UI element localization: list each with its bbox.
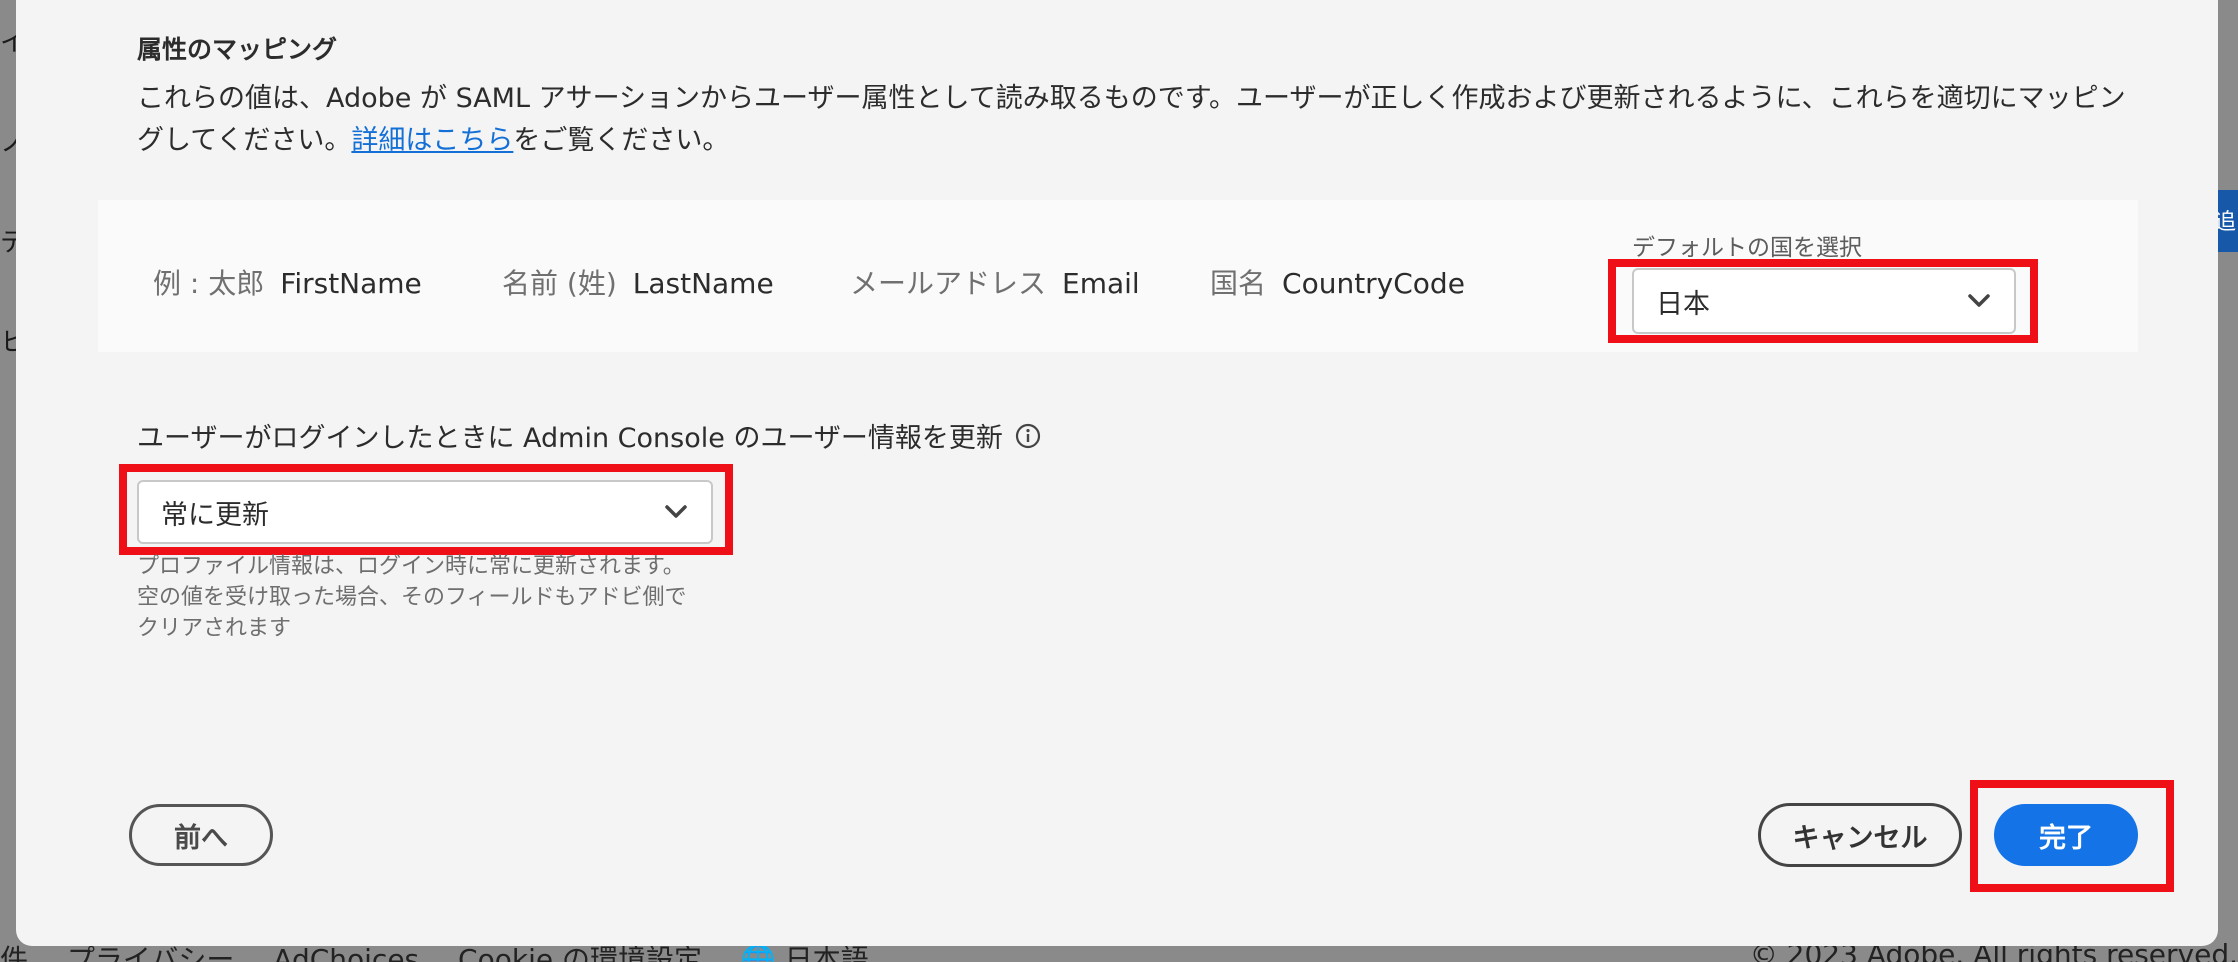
description-text-end: をご覧ください。 — [513, 125, 730, 156]
info-icon[interactable] — [1015, 423, 1041, 449]
footer-item: 件 — [0, 943, 29, 962]
chevron-down-icon — [1968, 294, 1990, 307]
attr-label: メールアドレス — [850, 267, 1047, 300]
done-button[interactable]: 完了 — [1994, 804, 2138, 866]
update-frequency-select[interactable]: 常に更新 — [137, 480, 713, 544]
attr-label: 国名 — [1210, 267, 1267, 300]
attr-value: FirstName — [280, 267, 422, 300]
attr-value: CountryCode — [1282, 267, 1465, 300]
attr-last-name: 名前 (姓) LastName — [502, 262, 774, 302]
section-description: これらの値は、Adobe が SAML アサーションからユーザー属性として読み取… — [137, 78, 2127, 162]
default-country-value: 日本 — [1656, 288, 1710, 320]
update-frequency-value: 常に更新 — [161, 499, 269, 531]
attr-value: LastName — [632, 267, 774, 300]
attr-value: Email — [1062, 267, 1140, 300]
update-label-text: ユーザーがログインしたときに Admin Console のユーザー情報を更新 — [137, 423, 1003, 454]
default-country-select[interactable]: 日本 — [1632, 268, 2016, 334]
update-help-text: プロファイル情報は、ログイン時に常に更新されます。空の値を受け取った場合、そのフ… — [137, 554, 687, 641]
cancel-button[interactable]: キャンセル — [1758, 803, 1962, 867]
attr-label: 例 : 太郎 — [153, 267, 265, 300]
chevron-down-icon — [665, 505, 687, 518]
attr-label: 名前 (姓) — [502, 267, 617, 300]
attr-email: メールアドレス Email — [850, 262, 1140, 302]
update-user-info-label: ユーザーがログインしたときに Admin Console のユーザー情報を更新 — [137, 416, 1041, 455]
attr-first-name: 例 : 太郎 FirstName — [153, 262, 422, 302]
previous-button[interactable]: 前へ — [129, 804, 273, 866]
section-title: 属性のマッピング — [137, 35, 338, 64]
attr-country: 国名 CountryCode — [1210, 262, 1465, 302]
attribute-mapping-dialog: 属性のマッピング これらの値は、Adobe が SAML アサーションからユーザ… — [16, 0, 2218, 946]
default-country-label: デフォルトの国を選択 — [1632, 235, 1862, 261]
learn-more-link[interactable]: 詳細はこちら — [351, 125, 513, 156]
